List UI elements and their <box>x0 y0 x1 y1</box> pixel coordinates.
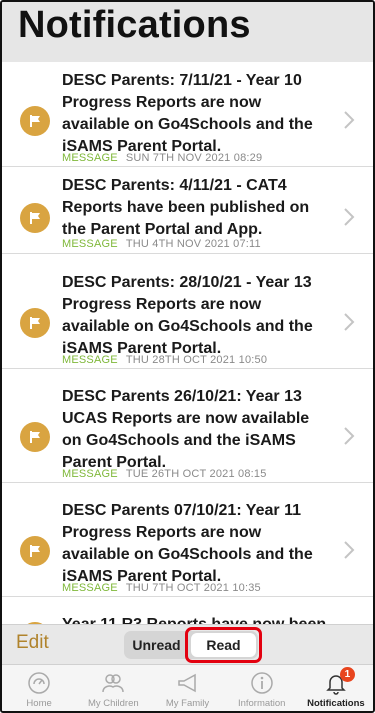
edit-button[interactable]: Edit <box>16 632 49 654</box>
unread-segment[interactable]: Unread <box>124 631 189 659</box>
notification-list[interactable]: DESC Parents: 7/11/21 - Year 10 Progress… <box>2 62 373 627</box>
tab-bar: Home My Children My Family Information 1… <box>2 664 373 711</box>
tab-my-children[interactable]: My Children <box>76 665 150 711</box>
notification-timestamp: THU 4TH NOV 2021 07:11 <box>125 238 261 250</box>
notification-meta: MESSAGE SUN 7TH NOV 2021 08:29 <box>62 152 262 164</box>
notification-type: MESSAGE <box>62 152 118 164</box>
notification-title: DESC Parents: 4/11/21 - CAT4 Reports hav… <box>62 177 310 238</box>
gauge-icon <box>28 672 50 694</box>
notification-badge: 1 <box>339 667 355 682</box>
chevron-right-icon <box>344 208 355 226</box>
tab-label: My Family <box>165 698 210 709</box>
tab-label: Information <box>237 698 286 709</box>
tab-information[interactable]: Information <box>225 665 299 711</box>
read-segment-label: Read <box>206 637 241 653</box>
notification-timestamp: THU 28TH OCT 2021 10:50 <box>125 354 268 366</box>
chevron-right-icon <box>344 427 355 445</box>
app-frame: Notifications DESC Parents: 7/11/21 - Ye… <box>0 0 375 713</box>
chevron-right-icon <box>344 111 355 129</box>
notification-title: DESC Parents 26/10/21: Year 13 UCAS Repo… <box>62 388 310 471</box>
notification-meta: MESSAGE TUE 26TH OCT 2021 08:15 <box>62 468 267 480</box>
notification-type: MESSAGE <box>62 354 118 366</box>
tab-label: Home <box>26 698 52 709</box>
tab-label: Notifications <box>307 698 365 709</box>
info-icon <box>250 672 273 694</box>
notification-timestamp: TUE 26TH OCT 2021 08:15 <box>125 468 267 480</box>
flag-icon <box>20 106 50 136</box>
notification-title: DESC Parents 07/10/21: Year 11 Progress … <box>62 502 313 585</box>
flag-icon <box>20 536 50 566</box>
notification-type: MESSAGE <box>62 468 118 480</box>
notification-meta: MESSAGE THU 7TH OCT 2021 10:35 <box>62 582 261 594</box>
chevron-right-icon <box>344 541 355 559</box>
tab-notifications[interactable]: 1 Notifications <box>299 665 373 711</box>
notification-meta: MESSAGE THU 28TH OCT 2021 10:50 <box>62 354 267 366</box>
notification-timestamp: SUN 7TH NOV 2021 08:29 <box>125 152 263 164</box>
people-icon <box>102 674 125 693</box>
notification-title: DESC Parents: 28/10/21 - Year 13 Progres… <box>62 274 313 357</box>
notification-item[interactable]: DESC Parents 07/10/21: Year 11 Progress … <box>2 492 373 597</box>
read-filter-segmented-control[interactable]: Unread Read <box>124 627 262 663</box>
notification-item[interactable]: DESC Parents: 28/10/21 - Year 13 Progres… <box>2 264 373 369</box>
notification-meta: MESSAGE THU 4TH NOV 2021 07:11 <box>62 238 261 250</box>
megaphone-icon <box>177 673 196 693</box>
notification-item[interactable]: DESC Parents: 7/11/21 - Year 10 Progress… <box>2 62 373 167</box>
tab-label: My Children <box>87 698 139 709</box>
notification-title: DESC Parents: 7/11/21 - Year 10 Progress… <box>62 72 313 155</box>
notification-type: MESSAGE <box>62 582 118 594</box>
notification-type: MESSAGE <box>62 238 118 250</box>
read-segment[interactable]: Read <box>185 627 262 663</box>
chevron-right-icon <box>344 313 355 331</box>
flag-icon <box>20 203 50 233</box>
tab-home[interactable]: Home <box>2 665 76 711</box>
bottom-toolbar: Edit Unread Read <box>2 624 373 665</box>
notification-item[interactable]: DESC Parents: 4/11/21 - CAT4 Reports hav… <box>2 167 373 254</box>
tab-my-family[interactable]: My Family <box>150 665 224 711</box>
notification-item[interactable]: DESC Parents 26/10/21: Year 13 UCAS Repo… <box>2 378 373 483</box>
flag-icon <box>20 422 50 452</box>
header: Notifications <box>2 2 373 62</box>
page-title: Notifications <box>18 4 251 46</box>
notification-timestamp: THU 7TH OCT 2021 10:35 <box>125 582 261 594</box>
flag-icon <box>20 308 50 338</box>
